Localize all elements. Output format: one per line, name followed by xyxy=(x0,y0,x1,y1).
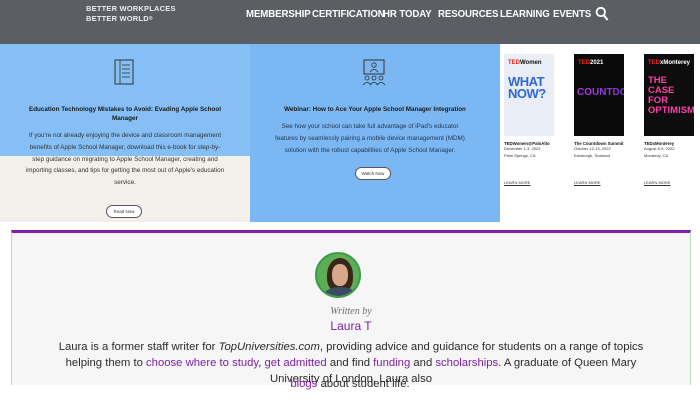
webinar-icon xyxy=(362,59,386,86)
nav-item-learning[interactable]: LEARNING xyxy=(500,8,550,20)
promo-cards: Education Technology Mistakes to Avoid: … xyxy=(0,44,500,222)
nav-item-resources[interactable]: RESOURCES xyxy=(438,8,498,20)
event-art-text: THE CASE FOR OPTIMISM xyxy=(648,75,694,116)
written-by-label: Written by xyxy=(330,306,372,317)
event-location: Edinburgh, Scotland xyxy=(574,152,611,158)
event-logo: TED2021 xyxy=(578,60,604,66)
event-tile[interactable]: TEDxMonterey THE CASE FOR OPTIMISM TEDxM… xyxy=(644,54,696,185)
bio-text: about student life. xyxy=(317,378,410,390)
author-bio-continued: blogs about student life. xyxy=(0,378,700,390)
site-logo[interactable]: BETTER WORKPLACES BETTER WORLD® xyxy=(86,4,176,24)
bio-site: TopUniversities.com xyxy=(218,341,320,353)
card-title: Webinar: How to Ace Your Apple School Ma… xyxy=(284,106,466,113)
learn-more-link[interactable]: LEARN MORE xyxy=(574,180,626,185)
nav-item-hr-today[interactable]: HR TODAY xyxy=(383,8,432,20)
scholarships-link[interactable]: scholarships xyxy=(435,357,498,369)
avatar-body xyxy=(323,287,357,296)
logo-line-1: BETTER WORKPLACES xyxy=(86,4,176,13)
event-poster[interactable]: TEDWomen WHAT NOW? xyxy=(504,54,554,136)
nav-item-events[interactable]: EVENTS xyxy=(553,8,591,20)
bio-text: Laura is a former staff writer for xyxy=(58,341,219,353)
nav-item-certification[interactable]: CERTIFICATION xyxy=(312,8,385,20)
card-body: See how your school can take full advant… xyxy=(275,123,465,154)
event-art-text: WHAT NOW? xyxy=(508,74,546,102)
event-art-text: COUNTDOWN xyxy=(577,88,624,98)
event-poster[interactable]: TEDxMonterey THE CASE FOR OPTIMISM xyxy=(644,54,694,136)
event-location: Palm Springs, CA xyxy=(504,152,536,158)
learn-more-link[interactable]: LEARN MORE xyxy=(644,180,696,185)
event-tile[interactable]: TED2021 COUNTDOWN The Countdown Summit O… xyxy=(574,54,626,185)
author-avatar xyxy=(315,252,361,298)
search-icon[interactable] xyxy=(595,6,609,22)
avatar-face xyxy=(332,264,348,286)
get-admitted-link[interactable]: get admitted xyxy=(265,357,327,369)
watch-now-button[interactable]: Watch Now xyxy=(355,167,391,180)
promo-card-webinar: Webinar: How to Ace Your Apple School Ma… xyxy=(250,44,500,222)
funding-link[interactable]: funding xyxy=(373,357,410,369)
bio-text: and xyxy=(410,357,436,369)
event-logo: TEDWomen xyxy=(508,60,542,66)
author-box: Written by Laura T Laura is a former sta… xyxy=(11,230,691,385)
card-title: Education Technology Mistakes to Avoid: … xyxy=(29,106,221,122)
event-poster[interactable]: TED2021 COUNTDOWN xyxy=(574,54,624,136)
blogs-link[interactable]: blogs xyxy=(290,378,317,390)
choose-where-to-study-link[interactable]: choose where to study xyxy=(146,357,258,369)
nav-item-membership[interactable]: MEMBERSHIP xyxy=(246,8,311,20)
logo-line-2: BETTER WORLD® xyxy=(86,14,153,23)
card-body: If you're not already enjoying the devic… xyxy=(25,132,225,187)
bio-text: and find xyxy=(326,357,374,369)
top-navigation-bar: BETTER WORKPLACES BETTER WORLD® MEMBERSH… xyxy=(0,0,700,44)
event-logo: TEDxMonterey xyxy=(648,60,691,66)
document-icon xyxy=(114,59,134,85)
promo-card-ebook: Education Technology Mistakes to Avoid: … xyxy=(0,44,250,222)
event-tile[interactable]: TEDWomen WHAT NOW? TEDWomen@PaloAlto Dec… xyxy=(504,54,556,185)
learn-more-link[interactable]: LEARN MORE xyxy=(504,180,556,185)
events-strip: TEDWomen WHAT NOW? TEDWomen@PaloAlto Dec… xyxy=(500,44,700,222)
read-now-button[interactable]: Read Now xyxy=(106,205,142,218)
event-location: Monterey, CA xyxy=(644,152,669,158)
author-name[interactable]: Laura T xyxy=(12,319,690,333)
